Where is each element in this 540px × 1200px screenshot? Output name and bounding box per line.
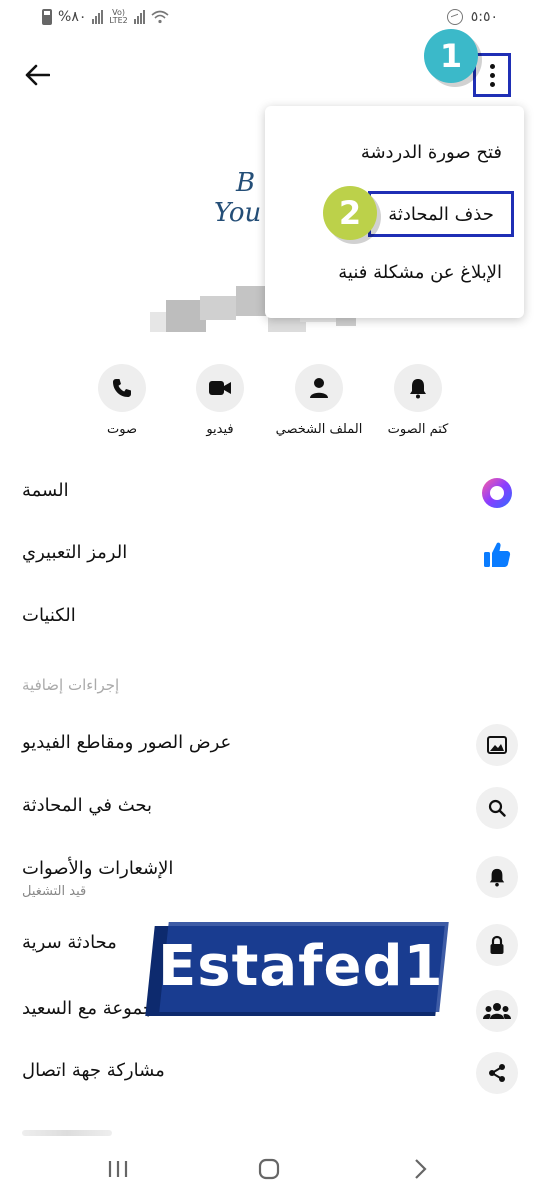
row-emoji-icon-wrap: [476, 534, 518, 576]
menu-item-report-problem[interactable]: الإبلاغ عن مشكلة فنية: [338, 262, 502, 283]
back-button[interactable]: [20, 58, 54, 92]
lock-icon: [490, 935, 504, 954]
truncated-row-hint: [22, 1130, 112, 1136]
watermark-logo: Estafed1: [145, 920, 449, 1024]
action-audio-call[interactable]: صوت: [67, 364, 177, 437]
row-notifications-label: الإشعارات والأصوات: [22, 858, 174, 879]
action-video-circle: [196, 364, 244, 412]
share-icon: [489, 1064, 505, 1082]
recent-apps-icon: [108, 1161, 128, 1177]
arrow-left-icon: [25, 64, 50, 86]
battery-percent: %٨٠: [58, 9, 87, 25]
search-icon: [488, 799, 506, 817]
more-options-button[interactable]: [473, 53, 511, 97]
row-theme-label: السمة: [22, 480, 69, 501]
row-nicknames-label: الكنيات: [22, 605, 76, 626]
action-profile[interactable]: الملف الشخصي: [264, 364, 374, 437]
action-audio-label: صوت: [107, 422, 137, 437]
battery-icon: [42, 9, 52, 25]
row-share-label: مشاركة جهة اتصال: [22, 1060, 165, 1081]
step-badge-2: 2: [323, 186, 377, 240]
row-media-label: عرض الصور ومقاطع الفيديو: [22, 732, 232, 753]
watermark-text: Estafed1: [158, 934, 444, 999]
section-more-actions-header: إجراءات إضافية: [22, 676, 120, 694]
row-notifications-icon-wrap: [476, 856, 518, 898]
action-video-label: فيديو: [206, 422, 234, 437]
status-right: ٥:٥٠: [446, 9, 498, 25]
network-label: Vo) LTE2: [109, 8, 128, 25]
row-share-icon-wrap: [476, 1052, 518, 1094]
action-mute-circle: [394, 364, 442, 412]
status-left: %٨٠ Vo) LTE2: [42, 9, 169, 25]
recent-apps-button[interactable]: [98, 1154, 138, 1184]
messenger-notification-icon: [446, 9, 463, 25]
person-icon: [310, 378, 328, 398]
clock: ٥:٥٠: [470, 9, 498, 25]
system-nav-bar: [0, 1140, 540, 1200]
row-theme[interactable]: السمة: [0, 468, 540, 518]
step-badge-1: 1: [424, 29, 478, 83]
row-search-label: بحث في المحادثة: [22, 795, 153, 816]
row-notifications-status: قيد التشغيل: [22, 884, 87, 899]
row-theme-icon-wrap: [476, 472, 518, 514]
row-search[interactable]: بحث في المحادثة: [0, 783, 540, 833]
row-group-label: مجموعة مع السعيد: [22, 998, 165, 1019]
row-media-icon-wrap: [476, 724, 518, 766]
row-secret-icon-wrap: [476, 924, 518, 966]
back-nav-button[interactable]: [400, 1154, 440, 1184]
action-profile-label: الملف الشخصي: [275, 422, 363, 437]
action-profile-circle: [295, 364, 343, 412]
group-icon: [483, 1003, 511, 1019]
row-share-contact[interactable]: مشاركة جهة اتصال: [0, 1048, 540, 1098]
menu-item-delete-conversation[interactable]: حذف المحادثة: [368, 191, 514, 237]
signal-icon-2: [133, 10, 145, 24]
row-secret-label: محادثة سرية: [22, 932, 117, 953]
menu-item-delete-label: حذف المحادثة: [388, 203, 494, 225]
row-nicknames[interactable]: الكنيات: [0, 593, 540, 643]
row-group-icon-wrap: [476, 990, 518, 1032]
kebab-dot: [489, 81, 495, 87]
home-button[interactable]: [249, 1154, 289, 1184]
thumbs-up-icon: [484, 542, 511, 567]
action-mute-label: كتم الصوت: [387, 422, 449, 437]
image-icon: [487, 736, 507, 754]
kebab-dot: [489, 72, 495, 78]
options-menu: فتح صورة الدردشة حذف المحادثة الإبلاغ عن…: [265, 106, 524, 318]
wifi-icon: [151, 10, 169, 24]
kebab-dot: [489, 63, 495, 69]
row-search-icon-wrap: [476, 787, 518, 829]
row-emoji-label: الرمز التعبيري: [22, 542, 128, 563]
row-media[interactable]: عرض الصور ومقاطع الفيديو: [0, 720, 540, 770]
chevron-right-icon: [415, 1159, 427, 1179]
row-notifications[interactable]: الإشعارات والأصوات قيد التشغيل: [0, 846, 540, 910]
action-audio-circle: [98, 364, 146, 412]
row-emoji[interactable]: الرمز التعبيري: [0, 530, 540, 580]
video-icon: [209, 381, 231, 395]
bell-icon: [489, 868, 505, 887]
menu-item-open-chat-image[interactable]: فتح صورة الدردشة: [361, 142, 502, 163]
bell-icon: [410, 379, 426, 399]
theme-circle-icon: [482, 478, 512, 508]
action-mute[interactable]: كتم الصوت: [363, 364, 473, 437]
action-video[interactable]: فيديو: [165, 364, 275, 437]
phone-icon: [113, 379, 131, 397]
home-icon: [258, 1158, 280, 1180]
signal-icon: [92, 10, 104, 24]
action-buttons: كتم الصوت الملف الشخصي فيديو صوت: [0, 364, 540, 444]
